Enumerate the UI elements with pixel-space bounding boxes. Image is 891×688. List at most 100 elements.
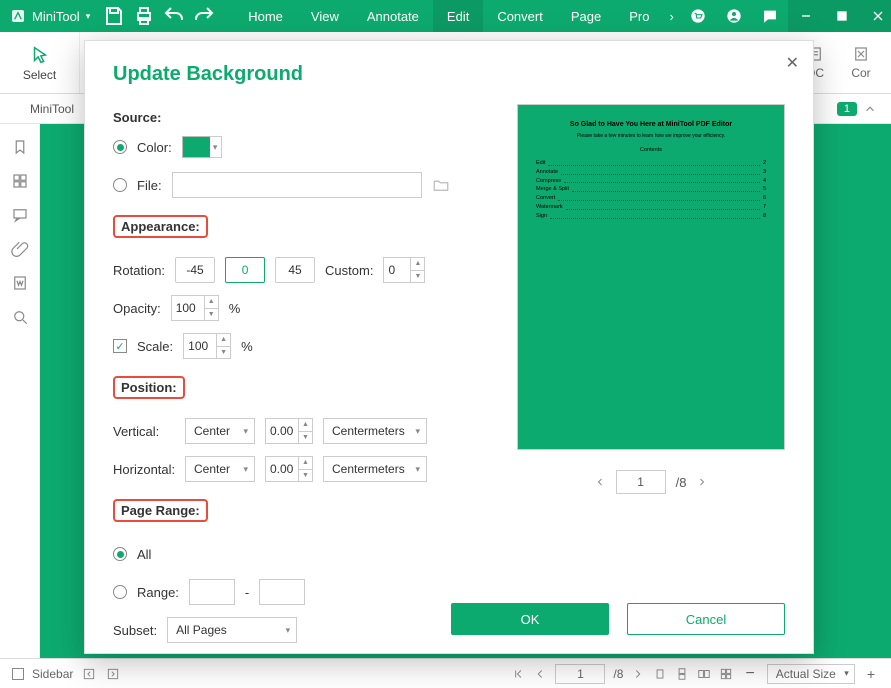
rotation-neg45-button[interactable]: -45	[175, 257, 215, 283]
chevron-down-icon: ▾	[210, 136, 222, 158]
chat-icon[interactable]	[752, 0, 788, 32]
range-to-input[interactable]	[259, 579, 305, 605]
custom-label: Custom:	[325, 263, 373, 278]
ribbon-item-cor[interactable]: Cor	[843, 45, 879, 80]
page-total: /8	[613, 667, 623, 681]
spinner-icon[interactable]: ▲▼	[298, 419, 312, 443]
prev-page-icon[interactable]	[594, 476, 606, 488]
range-from-input[interactable]	[189, 579, 235, 605]
save-icon[interactable]	[102, 4, 126, 28]
tab-home[interactable]: Home	[234, 0, 297, 32]
custom-rotation-input[interactable]: 0▲▼	[383, 257, 425, 283]
next-page-icon[interactable]	[631, 667, 645, 681]
source-file-radio[interactable]	[113, 178, 127, 192]
scale-checkbox[interactable]	[113, 339, 127, 353]
scale-input[interactable]: 100▲▼	[183, 333, 231, 359]
sb-next-icon[interactable]	[105, 666, 121, 682]
close-window-icon[interactable]	[860, 0, 891, 32]
vertical-label: Vertical:	[113, 424, 175, 439]
page-badge: 1	[837, 102, 857, 116]
preview-toc-line: Watermark7	[536, 203, 766, 212]
sidebar-label: Sidebar	[32, 667, 73, 681]
bookmark-icon[interactable]	[11, 138, 29, 156]
scale-unit: %	[241, 339, 253, 354]
file-path-input[interactable]	[172, 172, 422, 198]
select-tool[interactable]: Select	[0, 32, 80, 93]
zoom-in-button[interactable]: +	[863, 666, 879, 682]
first-page-icon[interactable]	[511, 667, 525, 681]
view-continuous-icon[interactable]	[675, 667, 689, 681]
range-custom-label: Range:	[137, 585, 179, 600]
opacity-input[interactable]: 100▲▼	[171, 295, 219, 321]
thumbnails-icon[interactable]	[11, 172, 29, 190]
user-icon[interactable]	[716, 0, 752, 32]
spinner-icon[interactable]: ▲▼	[298, 457, 312, 481]
opacity-unit: %	[229, 301, 241, 316]
dialog-title: Update Background	[85, 41, 813, 104]
horizontal-label: Horizontal:	[113, 462, 175, 477]
view-grid-icon[interactable]	[719, 667, 733, 681]
document-tab[interactable]: MiniTool	[18, 98, 86, 120]
cart-icon[interactable]	[680, 0, 716, 32]
tab-convert[interactable]: Convert	[483, 0, 557, 32]
cancel-button[interactable]: Cancel	[627, 603, 785, 635]
prev-page-icon[interactable]	[533, 667, 547, 681]
spinner-icon[interactable]: ▲▼	[216, 334, 230, 358]
preview-toc-line: Edit2	[536, 159, 766, 168]
vertical-unit-select[interactable]: Centermeters	[323, 418, 427, 444]
tabs-overflow-icon[interactable]: ›	[663, 0, 679, 32]
folder-icon[interactable]	[432, 176, 450, 194]
preview-page-input[interactable]: 1	[616, 470, 666, 494]
ok-button[interactable]: OK	[451, 603, 609, 635]
subset-select[interactable]: All Pages	[167, 617, 297, 643]
preview-title: So Glad to Have You Here at MiniTool PDF…	[536, 119, 766, 130]
spinner-icon[interactable]: ▲▼	[204, 296, 218, 320]
vertical-align-select[interactable]: Center	[185, 418, 255, 444]
spinner-icon[interactable]: ▲▼	[410, 258, 424, 282]
tab-annotate[interactable]: Annotate	[353, 0, 433, 32]
redo-icon[interactable]	[192, 4, 216, 28]
rotation-45-button[interactable]: 45	[275, 257, 315, 283]
zoom-out-button[interactable]: −	[741, 665, 758, 683]
search-icon[interactable]	[11, 308, 29, 326]
source-color-radio[interactable]	[113, 140, 127, 154]
preview-subtitle: Please take a few minutes to learn how w…	[536, 132, 766, 140]
close-icon[interactable]: ✕	[786, 53, 799, 73]
tab-edit[interactable]: Edit	[433, 0, 483, 32]
horizontal-unit-select[interactable]: Centermeters	[323, 456, 427, 482]
brand-label: MiniTool	[32, 9, 80, 24]
tab-view[interactable]: View	[297, 0, 353, 32]
horizontal-offset-input[interactable]: 0.00▲▼	[265, 456, 313, 482]
sb-prev-icon[interactable]	[81, 666, 97, 682]
rotation-0-button[interactable]: 0	[225, 257, 265, 283]
tab-page[interactable]: Page	[557, 0, 615, 32]
preview-toc-line: Compress4	[536, 177, 766, 186]
view-facing-icon[interactable]	[697, 667, 711, 681]
brand-dropdown-icon[interactable]: ▾	[86, 11, 91, 22]
preview-contents-heading: Contents	[536, 146, 766, 155]
horizontal-align-select[interactable]: Center	[185, 456, 255, 482]
view-single-icon[interactable]	[653, 667, 667, 681]
appearance-heading: Appearance:	[113, 215, 208, 238]
range-custom-radio[interactable]	[113, 585, 127, 599]
maximize-icon[interactable]	[824, 0, 860, 32]
page-input[interactable]: 1	[555, 664, 605, 684]
comments-icon[interactable]	[11, 206, 29, 224]
tab-pro[interactable]: Pro	[615, 0, 663, 32]
minimize-icon[interactable]	[788, 0, 824, 32]
color-picker[interactable]: ▾	[182, 136, 222, 158]
word-icon[interactable]	[11, 274, 29, 292]
preview-toc-line: Sign8	[536, 212, 766, 221]
chevron-up-icon[interactable]	[863, 102, 877, 116]
sidebar-checkbox[interactable]	[12, 668, 24, 680]
opacity-label: Opacity:	[113, 301, 161, 316]
next-page-icon[interactable]	[696, 476, 708, 488]
color-swatch	[182, 136, 210, 158]
attachments-icon[interactable]	[11, 240, 29, 258]
zoom-select[interactable]: Actual Size	[767, 664, 855, 684]
sidebar	[0, 124, 40, 658]
vertical-offset-input[interactable]: 0.00▲▼	[265, 418, 313, 444]
undo-icon[interactable]	[162, 4, 186, 28]
print-icon[interactable]	[132, 4, 156, 28]
range-all-radio[interactable]	[113, 547, 127, 561]
